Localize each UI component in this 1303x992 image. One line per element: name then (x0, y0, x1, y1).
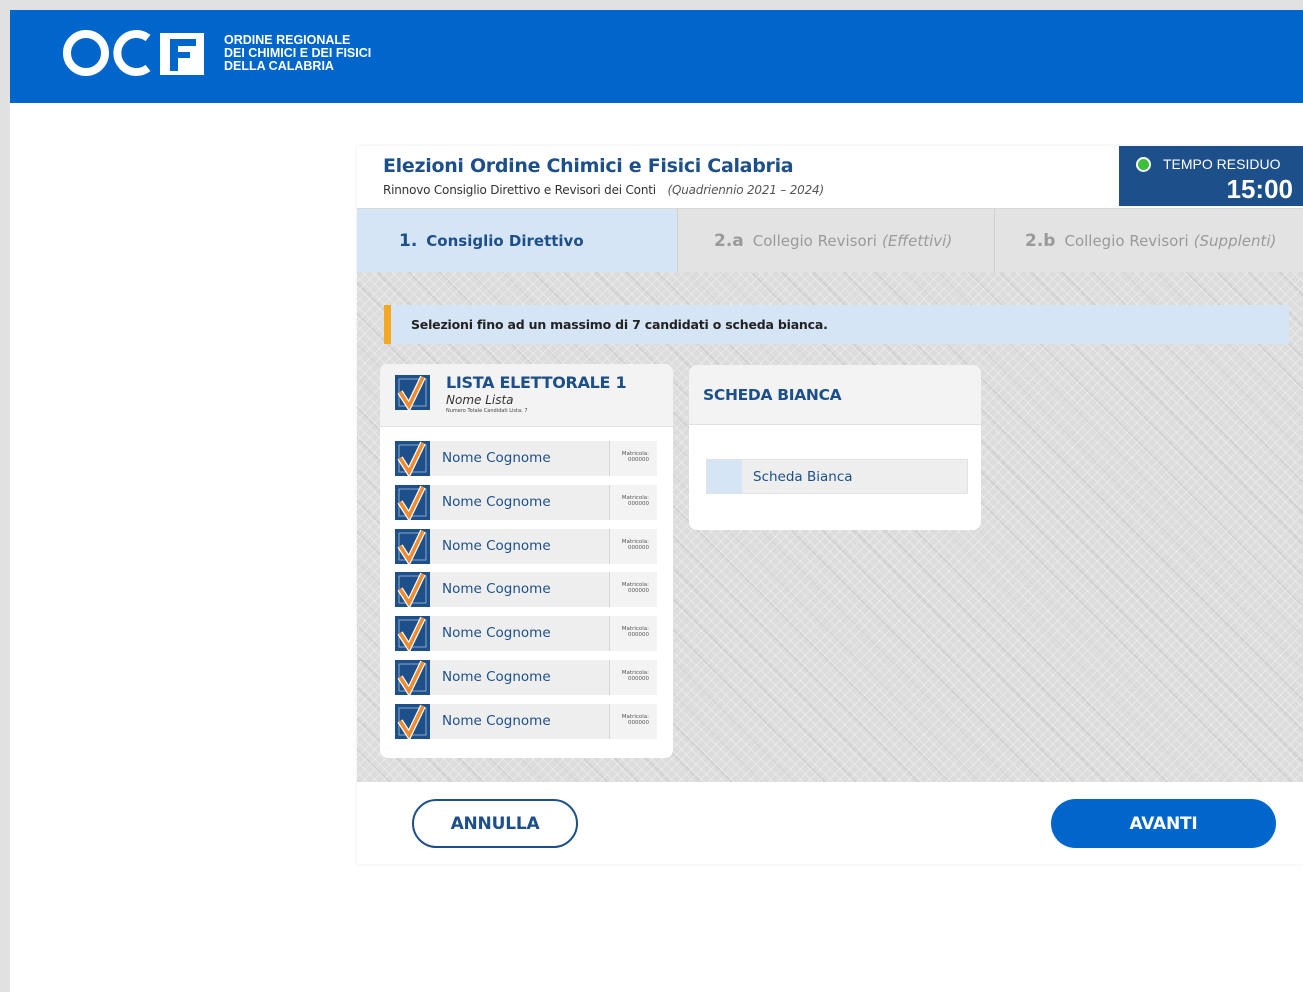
candidate-name: Nome Cognome (442, 537, 551, 554)
matricola-value: 000000 (628, 676, 649, 682)
timer-value: 15:00 (1226, 174, 1294, 204)
candidate-row[interactable]: Nome Cognome Matricola: 000000 (395, 528, 657, 564)
org-line-1: ORDINE REGIONALE (224, 32, 351, 47)
tab-number: 1. (399, 230, 418, 251)
tab-label: Collegio Revisori (1064, 231, 1189, 250)
candidate-matricola: Matricola: 000000 (609, 616, 657, 652)
blank-ballot-panel: SCHEDA BIANCA Scheda Bianca (689, 365, 981, 530)
candidate-matricola: Matricola: 000000 (609, 572, 657, 608)
org-line-3: DELLA CALABRIA (224, 58, 334, 73)
tab-label-qualifier: (Effettivi) (881, 231, 953, 250)
ballot-card: Elezioni Ordine Chimici e Fisici Calabri… (357, 146, 1303, 864)
candidate-name: Nome Cognome (442, 625, 551, 642)
candidate-row[interactable]: Nome Cognome Matricola: 000000 (395, 660, 657, 695)
blank-ballot-title: SCHEDA BIANCA (703, 386, 842, 404)
candidate-checkbox[interactable] (395, 484, 430, 520)
candidate-matricola: Matricola: 000000 (609, 484, 657, 520)
candidate-matricola: Matricola: 000000 (609, 660, 657, 695)
election-title: Elezioni Ordine Chimici e Fisici Calabri… (383, 155, 794, 177)
next-button[interactable]: AVANTI (1051, 799, 1276, 848)
ballot-tabs: 1. Consiglio Direttivo 2.a Collegio Revi… (357, 209, 1303, 272)
timer-box: TEMPO RESIDUO 15:00 (1119, 146, 1303, 206)
subtitle-text: Rinnovo Consiglio Direttivo e Revisori d… (383, 183, 656, 197)
matricola-value: 000000 (628, 500, 649, 507)
org-line-2: DEI CHIMICI E DEI FISICI (224, 45, 372, 60)
candidate-row[interactable]: Nome Cognome Matricola: 000000 (395, 703, 657, 739)
matricola-value: 000000 (628, 719, 649, 726)
candidate-row[interactable]: Nome Cognome Matricola: 000000 (395, 441, 657, 476)
subtitle-period: (Quadriennio 2021 – 2024) (667, 183, 825, 197)
checkmark-icon (395, 703, 430, 739)
candidate-name: Nome Cognome (442, 450, 551, 466)
tab-revisori-effettivi[interactable]: 2.a Collegio Revisori (Effettivi) (678, 209, 995, 272)
matricola-value: 000000 (628, 544, 649, 551)
ballot-header: Elezioni Ordine Chimici e Fisici Calabri… (357, 146, 1303, 209)
top-header: ORDINE REGIONALE DEI CHIMICI E DEI FISIC… (10, 10, 1303, 103)
candidate-matricola: Matricola: 000000 (609, 528, 657, 564)
tab-consiglio-direttivo[interactable]: 1. Consiglio Direttivo (357, 209, 678, 272)
candidate-checkbox[interactable] (395, 703, 430, 739)
list-name: Nome Lista (446, 393, 514, 407)
candidate-matricola: Matricola: 000000 (609, 441, 657, 476)
candidate-checkbox[interactable] (395, 528, 430, 564)
list-title: LISTA ELETTORALE 1 (446, 373, 627, 392)
candidate-row[interactable]: Nome Cognome Matricola: 000000 (395, 572, 657, 608)
candidate-checkbox[interactable] (395, 441, 430, 476)
candidate-matricola: Matricola: 000000 (609, 703, 657, 739)
matricola-value: 000000 (628, 457, 649, 463)
status-dot-icon (1136, 157, 1151, 172)
list-select-checkbox[interactable] (395, 375, 430, 410)
candidate-name: Nome Cognome (442, 581, 551, 598)
org-name: ORDINE REGIONALE DEI CHIMICI E DEI FISIC… (224, 32, 372, 73)
checkmark-icon (395, 441, 430, 476)
blank-ballot-option[interactable]: Scheda Bianca (706, 459, 968, 494)
checkmark-icon (395, 528, 430, 564)
ocf-logo-mark (63, 30, 204, 76)
election-subtitle: Rinnovo Consiglio Direttivo e Revisori d… (383, 183, 824, 197)
ocf-logo: ORDINE REGIONALE DEI CHIMICI E DEI FISIC… (62, 30, 372, 76)
tab-number: 2.a (714, 230, 744, 251)
ballot-footer: ANNULLA AVANTI (357, 782, 1303, 864)
candidate-row[interactable]: Nome Cognome Matricola: 000000 (395, 484, 657, 520)
candidate-name: Nome Cognome (442, 669, 551, 685)
tab-label-qualifier: (Supplenti) (1193, 231, 1277, 250)
candidate-name: Nome Cognome (442, 493, 551, 510)
timer-label: TEMPO RESIDUO (1163, 156, 1281, 172)
checkmark-icon (395, 375, 430, 410)
blank-ballot-label: Scheda Bianca (753, 469, 853, 485)
candidate-row[interactable]: Nome Cognome Matricola: 000000 (395, 616, 657, 652)
matricola-value: 000000 (628, 588, 649, 595)
candidate-checkbox[interactable] (395, 660, 430, 695)
electoral-list-panel: LISTA ELETTORALE 1 Nome Lista Numero Tot… (380, 364, 673, 758)
ballot-body: Selezioni fino ad un massimo di 7 candid… (357, 272, 1303, 782)
tab-label: Collegio Revisori (752, 231, 877, 250)
list-header: LISTA ELETTORALE 1 Nome Lista Numero Tot… (380, 364, 673, 427)
tab-label: Consiglio Direttivo (426, 231, 584, 250)
blank-ballot-header: SCHEDA BIANCA (689, 365, 981, 425)
checkmark-icon (395, 616, 430, 652)
candidate-checkbox[interactable] (395, 572, 430, 608)
candidate-checkbox[interactable] (395, 616, 430, 652)
candidate-name: Nome Cognome (442, 712, 551, 729)
blank-ballot-checkbox[interactable] (707, 460, 742, 493)
list-candidate-count: Numero Totale Candidati Lista: 7 (446, 408, 528, 414)
checkmark-icon (395, 660, 430, 695)
checkmark-icon (395, 484, 430, 520)
matricola-value: 000000 (628, 632, 649, 639)
checkmark-icon (395, 572, 430, 608)
selection-notice: Selezioni fino ad un massimo di 7 candid… (384, 305, 1289, 344)
tab-revisori-supplenti[interactable]: 2.b Collegio Revisori (Supplenti) (995, 209, 1303, 272)
cancel-button[interactable]: ANNULLA (412, 799, 578, 848)
tab-number: 2.b (1025, 230, 1056, 251)
